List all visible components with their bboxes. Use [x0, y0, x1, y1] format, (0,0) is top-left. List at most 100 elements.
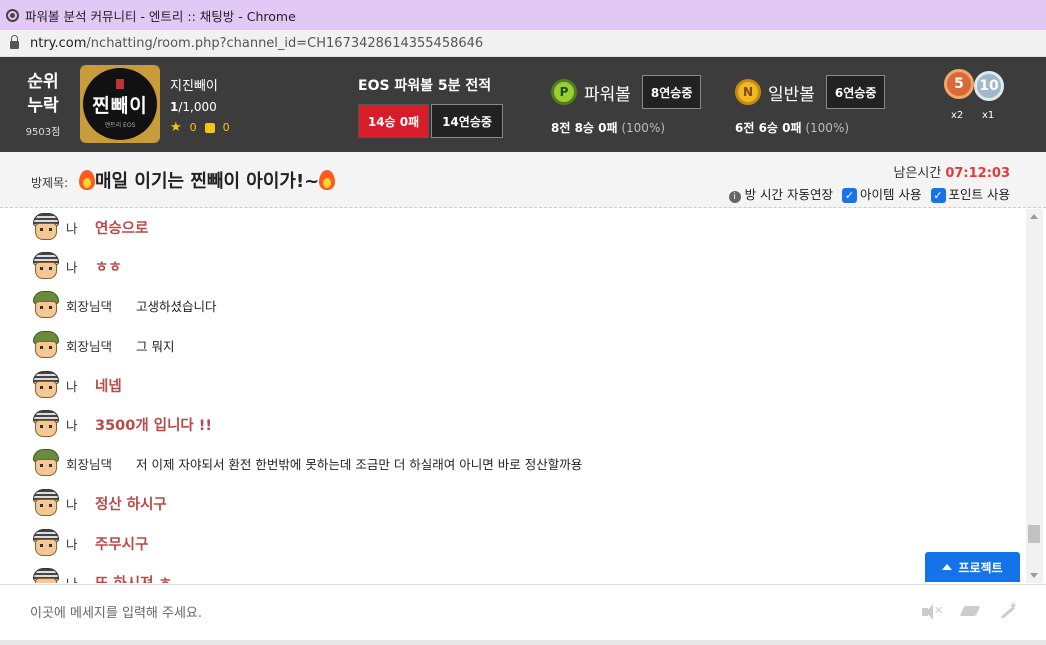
globe-icon — [6, 8, 19, 22]
caret-up-icon — [942, 564, 953, 570]
user-info: 지진빼이 1/1,000 ★ 0 0 — [170, 75, 230, 135]
star-icon: ★ — [170, 120, 182, 135]
message-sender[interactable]: 나 — [66, 494, 95, 513]
user-avatar-icon[interactable] — [31, 251, 61, 281]
message-text: 또 하시져 ㅎ — [95, 572, 172, 584]
user-avatar-icon[interactable] — [31, 488, 61, 518]
time-remaining: 남은시간 07:12:03 — [893, 162, 1010, 181]
bronze-medal-icon: 5 — [944, 69, 974, 99]
room-header: 방제목: 매일 이기는 찐빼이 아이가!~ 남은시간 07:12:03 i방 시간… — [0, 152, 1046, 208]
chat-message: 나 네넵 — [31, 370, 122, 400]
message-sender[interactable]: 회장님댁 — [66, 454, 136, 473]
scroll-down-arrow-icon[interactable] — [1030, 573, 1038, 578]
time-label: 남은시간 — [893, 166, 942, 181]
rank-points: 9503점 — [25, 127, 61, 138]
point-use-checkbox[interactable]: ✓ — [930, 188, 946, 203]
user-avatar-icon[interactable] — [31, 330, 61, 360]
message-sender[interactable]: 나 — [66, 218, 95, 237]
eraser-icon[interactable] — [959, 603, 981, 621]
protect-button[interactable]: 프로젝트 — [925, 552, 1020, 582]
user-rank: 1/1,000 — [170, 100, 230, 114]
room-title-text: 매일 이기는 찐빼이 아이가!~ — [95, 171, 320, 192]
eos-record: EOS 파워볼 5분 전적 14승 0패 14연승중 — [358, 75, 503, 138]
username[interactable]: 지진빼이 — [170, 75, 230, 94]
message-input-bar: ✕ ✦ — [0, 584, 1046, 640]
message-sender[interactable]: 회장님댁 — [66, 336, 136, 355]
chat-message: 나 정산 하시구 — [31, 488, 167, 518]
message-text: 주무시구 — [95, 536, 149, 553]
star-count: 0 — [189, 121, 197, 134]
medals: 5 10 x2 x1 — [944, 57, 1014, 127]
user-avatar-icon[interactable] — [31, 212, 61, 242]
powerball-pct: (100%) — [621, 121, 666, 135]
time-value: 07:12:03 — [945, 166, 1010, 181]
item-use-label: 아이템 사용 — [860, 187, 922, 202]
scroll-thumb[interactable] — [1028, 525, 1040, 543]
message-input[interactable] — [30, 602, 870, 624]
room-title-label: 방제목: — [31, 176, 69, 190]
eos-streak-badge: 14연승중 — [431, 104, 503, 138]
item-use-checkbox[interactable]: ✓ — [842, 188, 858, 203]
magic-wand-icon[interactable]: ✦ — [997, 601, 1017, 621]
message-sender[interactable]: 회장님댁 — [66, 296, 136, 315]
item-use-option[interactable]: ✓ 아이템 사용 — [842, 184, 922, 203]
info-icon: i — [728, 191, 741, 203]
auto-extend-label: 방 시간 자동연장 — [744, 187, 834, 202]
auto-extend-option[interactable]: i방 시간 자동연장 — [728, 184, 834, 203]
user-avatar-icon[interactable] — [31, 528, 61, 558]
window-title: 파워볼 분석 커뮤니티 - 엔트리 :: 채팅방 - Chrome — [25, 8, 296, 24]
user-avatar-icon[interactable] — [31, 290, 61, 320]
url-text[interactable]: ntry.com/nchatting/room.php?channel_id=C… — [30, 36, 483, 51]
powerball-streak: 8연승중 — [641, 75, 702, 109]
message-text: ㅎㅎ — [95, 259, 122, 276]
window-bottom-edge — [0, 640, 1046, 645]
room-title: 매일 이기는 찐빼이 아이가!~ — [79, 167, 336, 193]
seal-icon — [116, 79, 124, 89]
chat-log[interactable]: 나 연승으로 나 ㅎㅎ 회장님댁 고생하셨습니다 회장님댁 그 뭐지 나 네넵 … — [0, 209, 1026, 583]
user-avatar-icon[interactable] — [31, 370, 61, 400]
address-bar[interactable]: ntry.com/nchatting/room.php?channel_id=C… — [0, 30, 1046, 57]
chat-message: 회장님댁 그 뭐지 — [31, 330, 174, 360]
fire-icon — [79, 170, 95, 190]
normalball-record: 6전 6승 0패 — [735, 121, 802, 135]
chat-message: 나 주무시구 — [31, 528, 148, 558]
point-use-label: 포인트 사용 — [948, 187, 1010, 202]
message-sender[interactable]: 나 — [66, 573, 95, 584]
user-avatar-icon[interactable] — [31, 567, 61, 583]
message-sender[interactable]: 나 — [66, 257, 95, 276]
chat-message: 나 또 하시져 ㅎ — [31, 567, 172, 583]
message-text: 고생하셨습니다 — [136, 298, 217, 314]
silver-medal-count: x1 — [982, 110, 995, 121]
rank-line1: 순위 — [27, 72, 59, 92]
protect-button-label: 프로젝트 — [958, 560, 1003, 575]
chat-message: 나 3500개 입니다 !! — [31, 409, 212, 439]
rank-line2: 누락 — [27, 96, 59, 116]
powerball-name: 파워볼 — [584, 84, 631, 105]
avatar-subtext: 엔트리 EOS — [104, 122, 136, 129]
profile-avatar[interactable]: 찐빼이 엔트리 EOS — [80, 65, 160, 143]
powerball-stats: P 파워볼 8연승중 8전 8승 0패 (100%) — [551, 75, 702, 136]
message-sender[interactable]: 나 — [66, 534, 95, 553]
powerball-record: 8전 8승 0패 — [551, 121, 618, 135]
chat-scrollbar[interactable] — [1026, 209, 1043, 583]
silver-medal-icon: 10 — [974, 71, 1004, 101]
message-sender[interactable]: 나 — [66, 415, 95, 434]
eos-record-badge: 14승 0패 — [358, 104, 429, 138]
message-text: 저 이제 자야되서 환전 한번밖에 못하는데 조금만 더 하실래여 아니면 바로… — [136, 456, 583, 472]
mute-icon[interactable]: ✕ — [921, 603, 943, 621]
chat-message: 나 ㅎㅎ — [31, 251, 122, 281]
room-options: i방 시간 자동연장 ✓ 아이템 사용 ✓ 포인트 사용 — [728, 184, 1010, 203]
scroll-up-arrow-icon[interactable] — [1030, 214, 1038, 219]
user-stats: ★ 0 0 — [170, 120, 230, 135]
user-avatar-icon[interactable] — [31, 409, 61, 439]
user-avatar-icon[interactable] — [31, 448, 61, 478]
bronze-medal-count: x2 — [951, 110, 964, 121]
normalball-pct: (100%) — [805, 121, 850, 135]
point-use-option[interactable]: ✓ 포인트 사용 — [930, 184, 1010, 203]
rank-box: 순위 누락 9503점 — [18, 70, 68, 138]
normalball-icon: N — [735, 79, 761, 105]
message-sender[interactable]: 나 — [66, 376, 95, 395]
avatar-text: 찐빼이 — [92, 95, 148, 117]
chat-message: 회장님댁 고생하셨습니다 — [31, 290, 217, 320]
lock-icon[interactable] — [10, 35, 19, 49]
